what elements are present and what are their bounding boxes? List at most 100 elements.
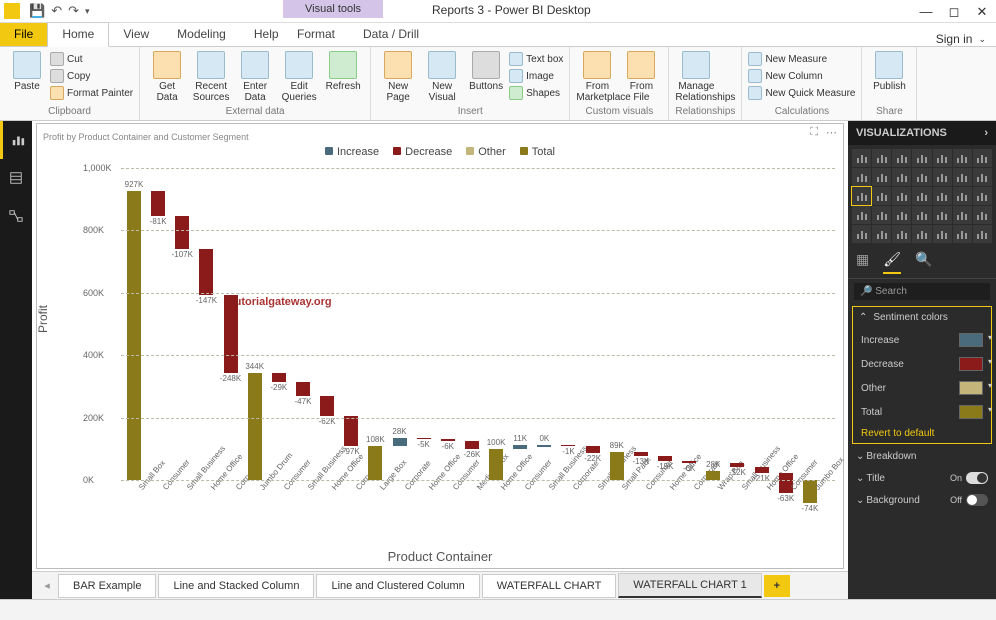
home-tab[interactable]: Home xyxy=(47,22,109,47)
format-tab-icon[interactable]: 🖌 xyxy=(883,251,901,274)
revert-to-default-link[interactable]: Revert to default xyxy=(853,424,991,443)
visualization-type-button[interactable] xyxy=(933,149,952,167)
visualization-type-button[interactable] xyxy=(933,225,952,243)
waterfall-chart-visual[interactable]: ⛶ ⋯ Profit by Product Container and Cust… xyxy=(36,123,844,569)
waterfall-bar[interactable] xyxy=(489,449,503,480)
waterfall-bar[interactable] xyxy=(368,446,382,480)
visualization-type-button[interactable] xyxy=(953,187,972,205)
waterfall-bar[interactable] xyxy=(730,463,744,467)
maximize-button[interactable]: ◻ xyxy=(940,0,968,23)
visualization-type-button[interactable] xyxy=(912,225,931,243)
waterfall-bar[interactable] xyxy=(344,416,358,446)
visualization-type-button[interactable] xyxy=(852,149,871,167)
visualization-type-button[interactable] xyxy=(912,206,931,224)
waterfall-bar[interactable] xyxy=(755,467,769,474)
waterfall-bar[interactable] xyxy=(537,445,551,447)
buttons-button[interactable]: Buttons xyxy=(465,49,507,92)
waterfall-bar[interactable] xyxy=(706,471,720,480)
visualization-type-button[interactable] xyxy=(872,206,891,224)
waterfall-bar[interactable] xyxy=(658,456,672,461)
property-section-header[interactable]: TitleOn xyxy=(848,467,996,489)
report-canvas[interactable]: ⛶ ⋯ Profit by Product Container and Cust… xyxy=(32,121,848,599)
waterfall-bar[interactable] xyxy=(465,441,479,449)
textbox-button[interactable]: Text box xyxy=(509,51,563,67)
add-page-button[interactable]: + xyxy=(764,575,790,597)
visualization-type-button[interactable] xyxy=(953,149,972,167)
paste-button[interactable]: Paste xyxy=(6,49,48,92)
modeling-tab[interactable]: Modeling xyxy=(163,23,240,46)
page-tab[interactable]: WATERFALL CHART 1 xyxy=(618,573,762,598)
waterfall-bar[interactable] xyxy=(393,438,407,447)
cut-button[interactable]: Cut xyxy=(50,51,133,67)
visualization-type-button[interactable] xyxy=(872,187,891,205)
qat-dropdown-icon[interactable]: ▾ xyxy=(85,6,90,17)
manage-relationships-button[interactable]: Manage Relationships xyxy=(675,49,717,103)
collapse-pane-icon[interactable]: › xyxy=(984,127,988,139)
from-marketplace-button[interactable]: From Marketplace xyxy=(576,49,618,103)
visualization-type-button[interactable] xyxy=(852,225,871,243)
new-measure-button[interactable]: New Measure xyxy=(748,51,855,67)
waterfall-bar[interactable] xyxy=(682,461,696,463)
visualization-type-button[interactable] xyxy=(892,168,911,186)
recent-sources-button[interactable]: Recent Sources xyxy=(190,49,232,103)
waterfall-bar[interactable] xyxy=(127,191,141,480)
edit-queries-button[interactable]: Edit Queries xyxy=(278,49,320,103)
from-file-button[interactable]: From File xyxy=(620,49,662,103)
visualization-type-button[interactable] xyxy=(852,187,871,205)
publish-button[interactable]: Publish xyxy=(868,49,910,92)
analytics-tab-icon[interactable]: 🔍 xyxy=(915,251,932,274)
visualization-type-button[interactable] xyxy=(973,149,992,167)
waterfall-bar[interactable] xyxy=(296,382,310,397)
new-quick-measure-button[interactable]: New Quick Measure xyxy=(748,85,855,101)
visualization-type-button[interactable] xyxy=(933,168,952,186)
shapes-button[interactable]: Shapes xyxy=(509,85,563,101)
undo-icon[interactable]: ↶ xyxy=(51,3,62,19)
minimize-button[interactable]: — xyxy=(912,0,940,23)
visualization-type-button[interactable] xyxy=(933,187,952,205)
visualization-type-button[interactable] xyxy=(912,187,931,205)
page-tab[interactable]: BAR Example xyxy=(58,574,156,598)
close-button[interactable]: ✕ xyxy=(968,0,996,23)
color-picker[interactable] xyxy=(959,357,983,371)
visualization-type-button[interactable] xyxy=(973,206,992,224)
visualization-type-button[interactable] xyxy=(973,225,992,243)
more-options-icon[interactable]: ⋯ xyxy=(826,126,837,139)
sign-in-link[interactable]: Sign in⌄ xyxy=(936,32,986,46)
visualization-type-button[interactable] xyxy=(973,187,992,205)
visualization-type-button[interactable] xyxy=(852,206,871,224)
prev-page-button[interactable]: ◂ xyxy=(38,579,56,592)
focus-mode-icon[interactable]: ⛶ xyxy=(810,126,818,139)
waterfall-bar[interactable] xyxy=(513,445,527,448)
waterfall-bar[interactable] xyxy=(320,396,334,415)
waterfall-bar[interactable] xyxy=(441,439,455,441)
redo-icon[interactable]: ↷ xyxy=(68,3,79,19)
visualization-type-button[interactable] xyxy=(892,225,911,243)
format-painter-button[interactable]: Format Painter xyxy=(50,85,133,101)
search-input[interactable]: 🔎 Search xyxy=(854,283,990,300)
toggle-switch[interactable] xyxy=(966,472,988,484)
visualization-type-button[interactable] xyxy=(912,149,931,167)
data-view-button[interactable] xyxy=(0,159,32,197)
new-page-button[interactable]: New Page xyxy=(377,49,419,103)
new-column-button[interactable]: New Column xyxy=(748,68,855,84)
save-icon[interactable]: 💾 xyxy=(29,3,45,19)
sentiment-colors-header[interactable]: Sentiment colors xyxy=(853,307,991,328)
visualization-type-button[interactable] xyxy=(953,168,972,186)
visualization-type-button[interactable] xyxy=(852,168,871,186)
waterfall-bar[interactable] xyxy=(248,373,262,480)
enter-data-button[interactable]: Enter Data xyxy=(234,49,276,103)
waterfall-bar[interactable] xyxy=(224,295,238,372)
copy-button[interactable]: Copy xyxy=(50,68,133,84)
color-picker[interactable] xyxy=(959,381,983,395)
visualization-type-button[interactable] xyxy=(912,168,931,186)
visualization-type-button[interactable] xyxy=(892,206,911,224)
waterfall-bar[interactable] xyxy=(610,452,624,480)
waterfall-bar[interactable] xyxy=(272,373,286,382)
property-section-header[interactable]: Breakdown xyxy=(848,446,996,467)
visualization-type-button[interactable] xyxy=(892,149,911,167)
visualization-type-button[interactable] xyxy=(892,187,911,205)
visualization-type-button[interactable] xyxy=(933,206,952,224)
color-picker[interactable] xyxy=(959,405,983,419)
waterfall-bar[interactable] xyxy=(417,438,431,440)
visualization-type-button[interactable] xyxy=(953,206,972,224)
